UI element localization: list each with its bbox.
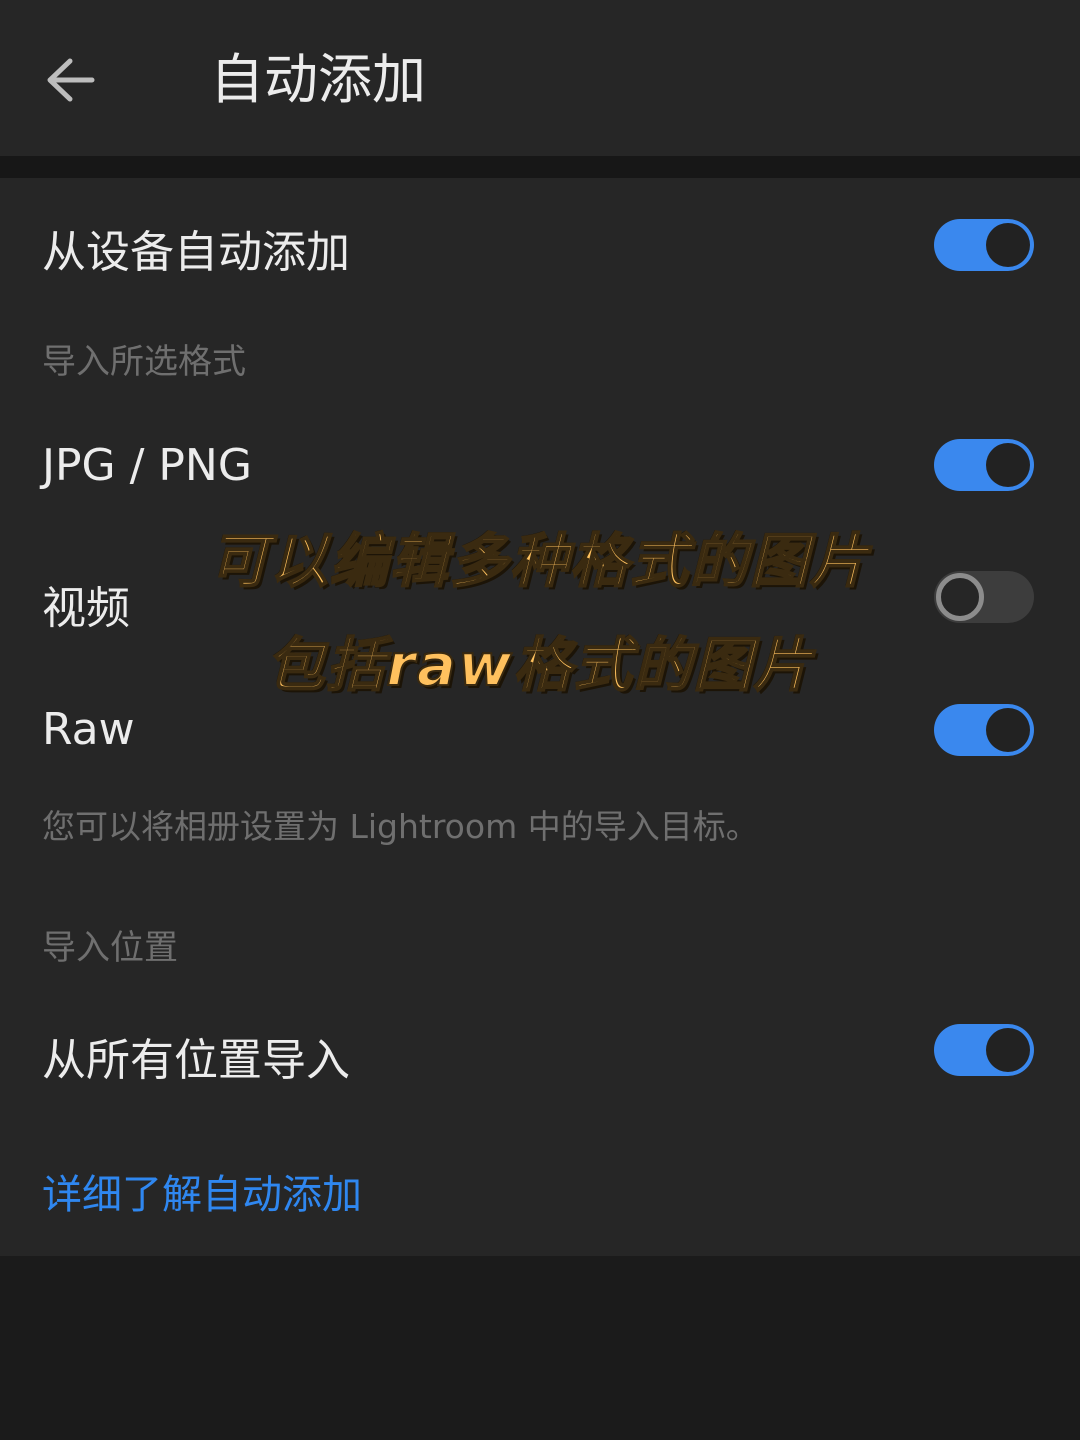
import-formats-section-label: 导入所选格式 [42,342,246,382]
toggle-knob [986,708,1030,752]
header-divider [0,156,1080,178]
jpg-png-label: JPG / PNG [42,440,252,491]
raw-toggle[interactable] [934,704,1034,756]
toggle-knob [986,443,1030,487]
toggle-knob [986,1028,1030,1072]
jpg-png-toggle[interactable] [934,439,1034,491]
auto-add-from-device-label: 从设备自动添加 [42,227,350,278]
auto-add-from-device-toggle[interactable] [934,219,1034,271]
bottom-empty-area [0,1256,1080,1440]
learn-more-link[interactable]: 详细了解自动添加 [42,1162,362,1220]
back-button[interactable] [38,48,102,112]
toggle-knob [986,223,1030,267]
screen: 自动添加 从设备自动添加 导入所选格式 JPG / PNG 视频 Raw 您可以… [0,0,1080,1440]
video-toggle[interactable] [934,571,1034,623]
import-all-locations-label: 从所有位置导入 [42,1035,350,1086]
settings-panel: 从设备自动添加 导入所选格式 JPG / PNG 视频 Raw 您可以将相册设置… [0,178,1080,1256]
album-import-note: 您可以将相册设置为 Lightroom 中的导入目标。 [42,807,759,846]
video-label: 视频 [42,583,130,634]
app-header: 自动添加 [0,0,1080,156]
import-all-locations-toggle[interactable] [934,1024,1034,1076]
arrow-left-icon [47,58,95,102]
page-title: 自动添加 [210,48,426,111]
toggle-knob [936,573,984,621]
raw-label: Raw [42,704,135,755]
import-location-section-label: 导入位置 [42,928,178,968]
